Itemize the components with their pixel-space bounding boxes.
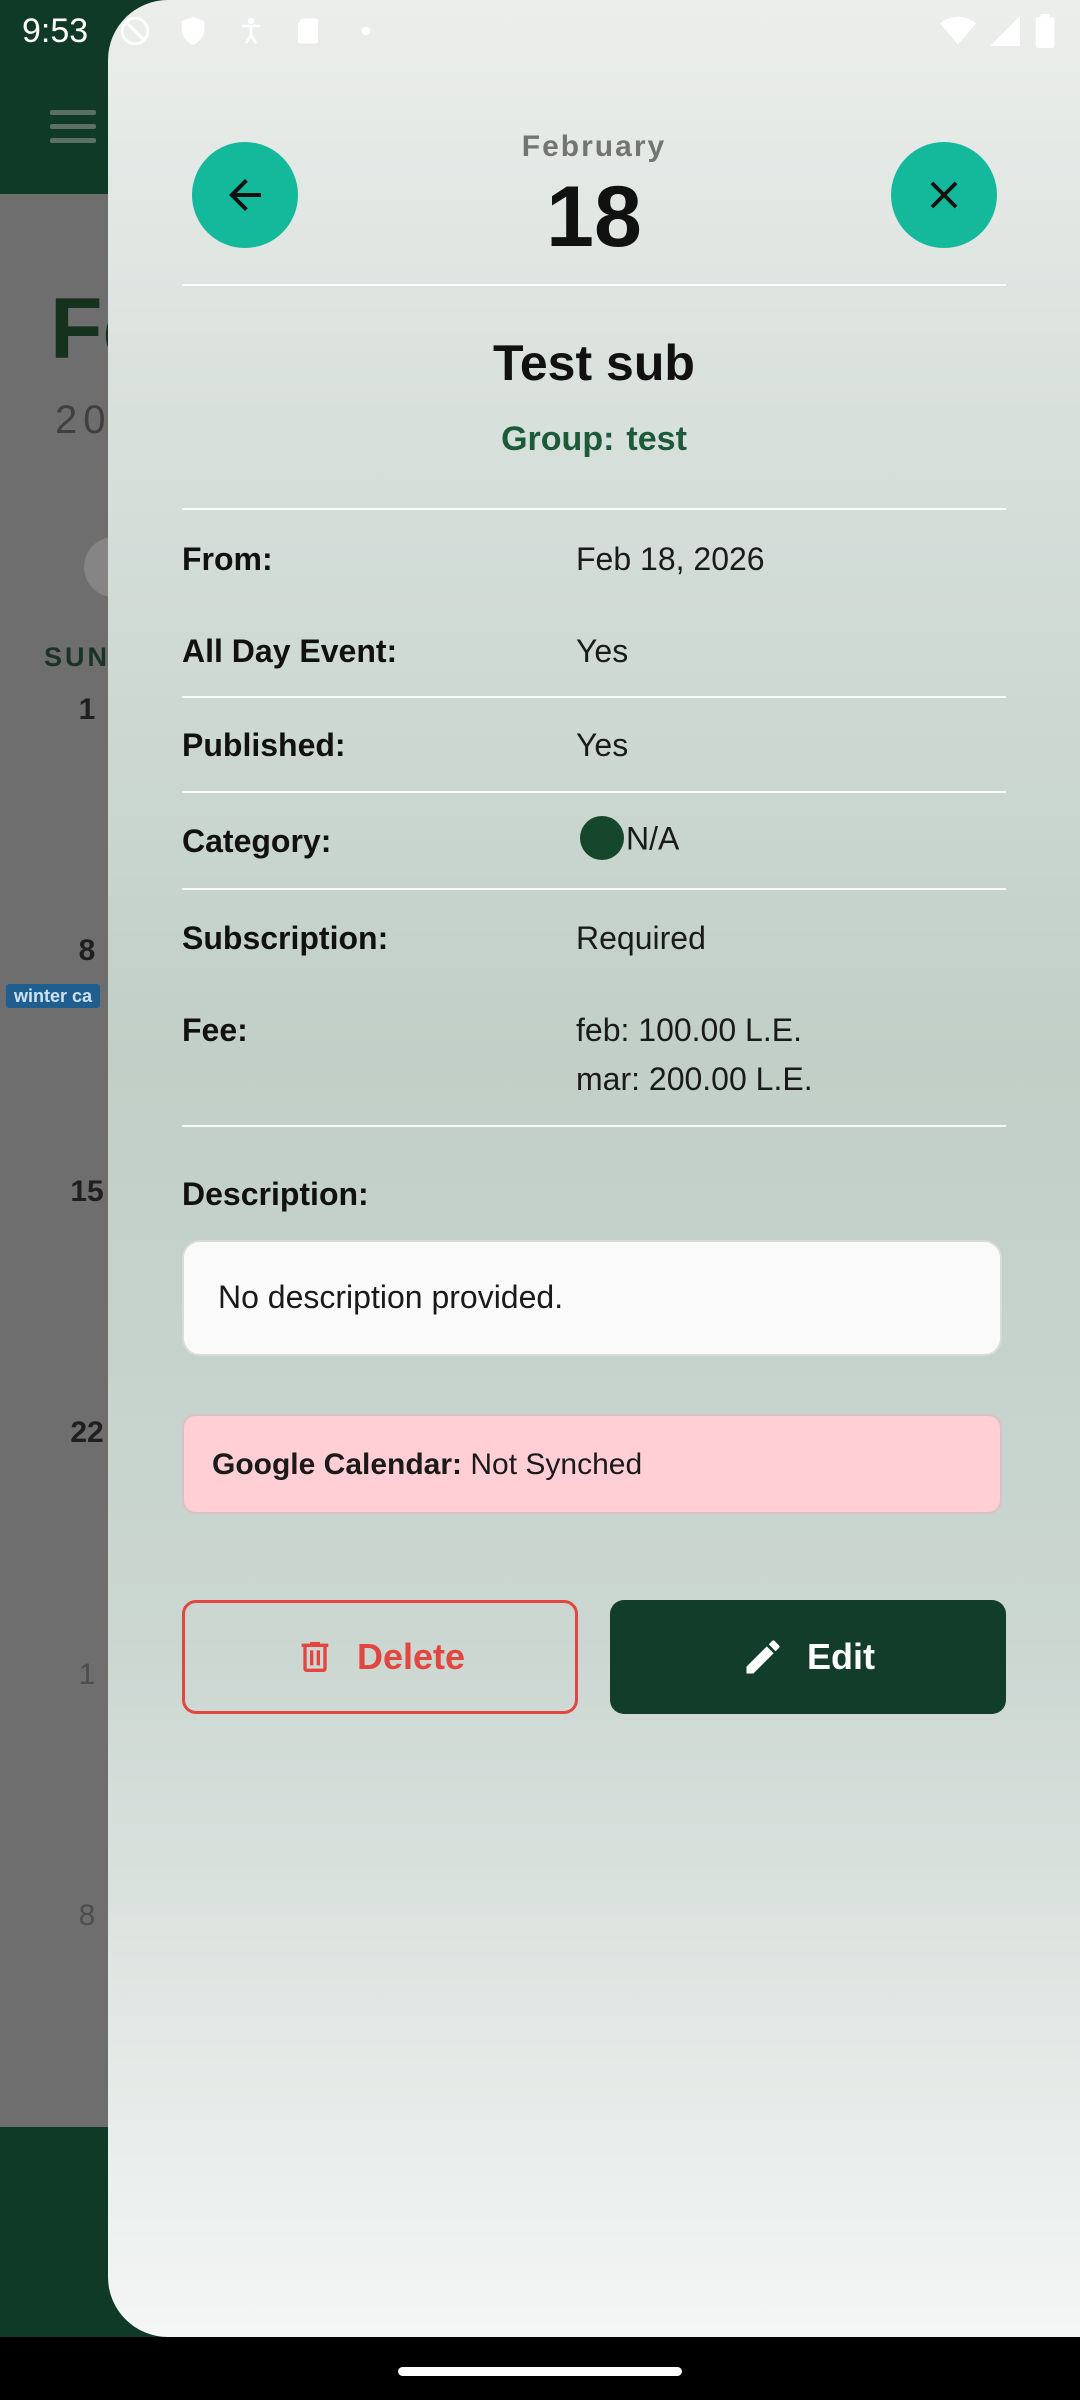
wifi-icon <box>940 16 976 45</box>
category-label: Category: <box>182 823 332 859</box>
google-calendar-status-box: Google Calendar: Not Synched <box>182 1414 1002 1514</box>
subscription-label: Subscription: <box>182 920 389 956</box>
pencil-icon <box>746 1640 780 1674</box>
all-day-value: Yes <box>576 633 629 669</box>
calendar-event-tag[interactable]: winter ca <box>6 984 101 1008</box>
divider <box>182 696 1006 698</box>
published-label: Published: <box>182 727 346 763</box>
category-color-dot <box>580 816 624 860</box>
fee-label: Fee: <box>182 1012 248 1048</box>
fee-value-line2: mar: 200.00 L.E. <box>576 1061 813 1097</box>
divider <box>182 1125 1006 1127</box>
close-icon <box>930 181 958 209</box>
all-day-label: All Day Event: <box>182 633 398 669</box>
calendar-day[interactable]: 1 <box>62 1658 112 1692</box>
calendar-day[interactable]: 8 <box>62 934 112 968</box>
description-text: No description provided. <box>218 1279 564 1315</box>
home-handle[interactable] <box>398 2367 682 2376</box>
delete-label: Delete <box>356 1636 466 1677</box>
category-text: N/A <box>626 820 680 857</box>
edit-button[interactable]: Edit <box>610 1600 1006 1714</box>
subscription-value: Required <box>576 920 706 956</box>
status-time: 9:53 <box>22 12 89 50</box>
dnd-icon <box>120 16 150 46</box>
fee-value-line1: feb: 100.00 L.E. <box>576 1012 802 1048</box>
divider <box>182 508 1006 510</box>
notification-dot-icon <box>361 26 371 36</box>
event-title: Test sub <box>493 335 695 391</box>
trash-icon <box>301 1642 329 1672</box>
close-button[interactable] <box>891 142 997 248</box>
description-label: Description: <box>182 1176 369 1212</box>
shield-icon <box>181 16 205 46</box>
calendar-day[interactable]: 1 <box>62 693 112 727</box>
category-value: N/A <box>580 816 680 863</box>
accessibility-icon <box>242 17 260 45</box>
calendar-day[interactable]: 22 <box>62 1416 112 1450</box>
gesture-navigation-bar <box>0 2337 1080 2400</box>
event-detail-sheet: February 18 Test sub Group: test From: Fe… <box>108 0 1080 2337</box>
calendar-day[interactable]: 8 <box>62 1899 112 1933</box>
divider <box>182 284 1006 286</box>
calendar-day[interactable]: 15 <box>62 1175 112 1209</box>
weekday-header: SUN <box>44 642 111 672</box>
sd-card-icon <box>298 18 318 44</box>
group-value: test <box>626 420 687 458</box>
from-label: From: <box>182 541 273 577</box>
google-calendar-value: Not Synched <box>470 1448 643 1481</box>
status-bar: 9:53 <box>0 0 1080 64</box>
signal-icon <box>990 16 1020 46</box>
edit-label: Edit <box>807 1636 875 1677</box>
google-calendar-label: Google Calendar: <box>212 1448 463 1481</box>
battery-icon <box>1035 14 1055 48</box>
menu-icon[interactable] <box>50 110 96 144</box>
event-group: Group: test <box>108 420 1080 459</box>
delete-button[interactable]: Delete <box>182 1600 578 1714</box>
calendar-year: 20 <box>55 398 112 442</box>
google-calendar-status: Google Calendar: Not Synched <box>212 1448 642 1482</box>
description-box: No description provided. <box>182 1240 1002 1356</box>
from-value: Feb 18, 2026 <box>576 541 765 577</box>
published-value: Yes <box>576 727 629 763</box>
divider <box>182 888 1006 890</box>
group-label: Group: <box>501 420 615 458</box>
divider <box>182 791 1006 793</box>
